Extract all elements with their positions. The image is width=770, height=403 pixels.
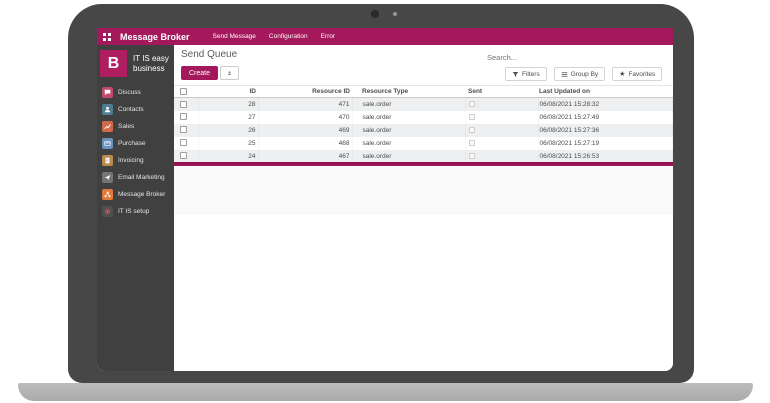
sidebar-item-sales[interactable]: Sales [102, 118, 174, 135]
cell-last-updated: 06/08/2021 15:28:32 [538, 98, 673, 111]
laptop-mockup: Message Broker Send Message Configuratio… [0, 0, 770, 403]
cell-id: 26 [198, 124, 258, 137]
company-name: IT IS easy business [133, 50, 169, 77]
cell-resource-id: 467 [258, 150, 352, 163]
company-logo[interactable]: B IT IS easy business [100, 50, 169, 77]
menu-item-send-message[interactable]: Send Message [213, 33, 256, 40]
sidebar: B IT IS easy business Discuss Contacts S… [97, 45, 174, 371]
sidebar-item-invoicing[interactable]: Invoicing [102, 152, 174, 169]
logo-letter: B [100, 50, 127, 77]
column-header-id[interactable]: ID [198, 86, 258, 98]
sidebar-menu: Discuss Contacts Sales Purchase Invoicin… [102, 84, 174, 220]
table-row[interactable]: 28 471 sale.order 06/08/2021 15:28:32 [174, 98, 673, 111]
create-button[interactable]: Create [181, 66, 218, 80]
cell-last-updated: 06/08/2021 15:26:53 [538, 150, 673, 163]
cell-last-updated: 06/08/2021 15:27:49 [538, 111, 673, 124]
sidebar-item-discuss[interactable]: Discuss [102, 84, 174, 101]
row-checkbox[interactable] [180, 139, 187, 146]
cell-last-updated: 06/08/2021 15:27:36 [538, 124, 673, 137]
search-input[interactable] [487, 53, 637, 62]
cell-resource-id: 471 [258, 98, 352, 111]
top-navbar: Message Broker Send Message Configuratio… [97, 28, 673, 45]
menu-item-error[interactable]: Error [321, 33, 335, 40]
favorites-button[interactable]: ★ Favorites [612, 67, 662, 81]
sidebar-item-purchase[interactable]: Purchase [102, 135, 174, 152]
column-header-resource-type[interactable]: Resource Type [352, 86, 465, 98]
sidebar-item-contacts[interactable]: Contacts [102, 101, 174, 118]
invoicing-icon [102, 155, 113, 166]
main-content: Send Queue Create Filters [174, 45, 673, 371]
cell-id: 28 [198, 98, 258, 111]
cell-resource-type: sale.order [352, 98, 465, 111]
sent-checkbox [469, 127, 475, 133]
laptop-base [18, 383, 753, 401]
table-header-row: ID Resource ID Resource Type Sent Last U… [174, 86, 673, 98]
sent-checkbox [469, 101, 475, 107]
sidebar-item-email-marketing[interactable]: Email Marketing [102, 169, 174, 186]
apps-grid-icon[interactable] [103, 33, 111, 41]
sidebar-item-message-broker[interactable]: Message Broker [102, 186, 174, 203]
page-title: Send Queue [181, 49, 237, 60]
table-row[interactable]: 24 467 sale.order 06/08/2021 15:26:53 [174, 150, 673, 163]
email-marketing-icon [102, 172, 113, 183]
table-row[interactable]: 26 469 sale.order 06/08/2021 15:27:36 [174, 124, 673, 137]
filter-icon [512, 71, 519, 78]
app-title: Message Broker [120, 32, 190, 42]
sales-icon [102, 121, 113, 132]
screen: Message Broker Send Message Configuratio… [97, 28, 673, 371]
star-icon: ★ [619, 71, 625, 78]
table-row[interactable]: 25 468 sale.order 06/08/2021 15:27:19 [174, 137, 673, 150]
top-menu: Send Message Configuration Error [213, 33, 336, 40]
cell-resource-id: 470 [258, 111, 352, 124]
sidebar-item-it-is-setup[interactable]: IT IS setup [102, 203, 174, 220]
cell-resource-type: sale.order [352, 150, 465, 163]
cell-resource-type: sale.order [352, 111, 465, 124]
row-checkbox[interactable] [180, 113, 187, 120]
cell-resource-type: sale.order [352, 137, 465, 150]
group-by-icon [561, 71, 568, 78]
sent-checkbox [469, 153, 475, 159]
cell-id: 27 [198, 111, 258, 124]
filters-button[interactable]: Filters [505, 67, 547, 81]
menu-item-configuration[interactable]: Configuration [269, 33, 308, 40]
list-footer-area [174, 166, 673, 215]
cell-resource-id: 468 [258, 137, 352, 150]
cell-last-updated: 06/08/2021 15:27:19 [538, 137, 673, 150]
row-checkbox[interactable] [180, 152, 187, 159]
sent-checkbox [469, 114, 475, 120]
camera-led-icon [393, 12, 397, 16]
select-all-checkbox[interactable] [180, 88, 187, 95]
search-options: Filters Group By ★ Favorites [505, 67, 662, 81]
cell-resource-type: sale.order [352, 124, 465, 137]
purchase-icon [102, 138, 113, 149]
message-broker-icon [102, 189, 113, 200]
contacts-icon [102, 104, 113, 115]
download-icon [227, 69, 232, 77]
it-is-setup-icon [102, 206, 113, 217]
sent-checkbox [469, 140, 475, 146]
table-row[interactable]: 27 470 sale.order 06/08/2021 15:27:49 [174, 111, 673, 124]
column-header-last-updated[interactable]: Last Updated on [538, 86, 673, 98]
cell-resource-id: 469 [258, 124, 352, 137]
cell-id: 24 [198, 150, 258, 163]
discuss-icon [102, 87, 113, 98]
column-header-resource-id[interactable]: Resource ID [258, 86, 352, 98]
cell-id: 25 [198, 137, 258, 150]
export-button[interactable] [220, 66, 239, 80]
send-queue-table: ID Resource ID Resource Type Sent Last U… [174, 85, 673, 163]
camera-icon [371, 10, 379, 18]
row-checkbox[interactable] [180, 101, 187, 108]
row-checkbox[interactable] [180, 126, 187, 133]
group-by-button[interactable]: Group By [554, 67, 605, 81]
column-header-sent[interactable]: Sent [465, 86, 538, 98]
